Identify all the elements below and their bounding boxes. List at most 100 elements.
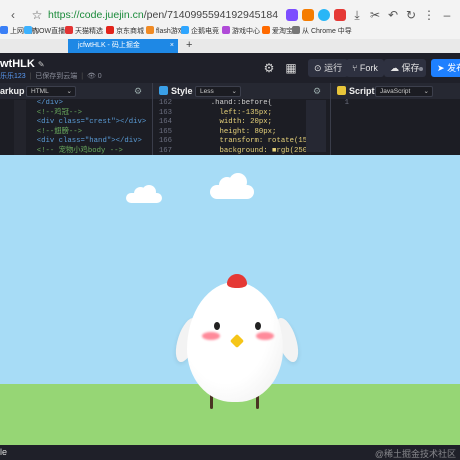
code-line: transform: rotate(15de xyxy=(202,137,309,145)
css-language-select[interactable]: Less ⌄ xyxy=(195,86,241,97)
undo-icon[interactable]: ↶ xyxy=(386,8,400,22)
code-line: <!--翅膀--> xyxy=(28,127,83,136)
bookmark-item[interactable]: 爱淘宝 xyxy=(262,26,293,36)
css-minimap[interactable] xyxy=(306,100,326,152)
chick-crest xyxy=(227,274,247,288)
publish-button[interactable]: ➤ 发布 xyxy=(431,59,460,77)
tab-close-icon[interactable]: × xyxy=(170,39,174,53)
html-language-value: HTML xyxy=(31,88,49,95)
chick-blush-left xyxy=(202,332,220,340)
code-line: height: 80px; xyxy=(202,127,277,136)
tab-title: jcfwtHLK - 码上掘金 xyxy=(78,42,140,49)
app-header: wtHLK ✎ 乐乐123 | 已保存到云端 | 👁 0 ⚙ ▦ ⊙ 运行 ⑂ … xyxy=(0,53,460,83)
html-fold-gutter xyxy=(14,100,26,155)
console-tab[interactable]: le xyxy=(0,447,7,457)
bookmark-label: 游戏中心 xyxy=(232,28,260,35)
js-language-select[interactable]: JavaScript ⌄ xyxy=(375,86,433,97)
extension-icon[interactable] xyxy=(286,9,298,21)
css-pane-header: Style Less ⌄ ⚙ xyxy=(153,83,330,99)
css-line-numbers: 162 163 164 165 166 167 xyxy=(153,99,172,156)
saved-status: 已保存到云端 xyxy=(35,73,78,80)
tab-strip: jcfwtHLK - 码上掘金 × + xyxy=(0,39,460,53)
gamepad-icon[interactable] xyxy=(302,9,314,21)
download-icon[interactable]: ⤓ xyxy=(350,8,364,22)
line-number: 1 xyxy=(344,99,349,107)
bookmark-label: 企鹅电竞 xyxy=(191,28,219,35)
code-line: background: ■rgb(250 xyxy=(202,146,308,155)
bookmark-item[interactable]: 从 Chrome 中导 xyxy=(292,26,352,36)
line-number: 165 xyxy=(158,127,172,136)
url-host: https://code.juejin.cn xyxy=(48,9,144,21)
bookmark-label: 从 Chrome 中导 xyxy=(302,28,352,35)
minimize-icon[interactable]: – xyxy=(440,8,454,22)
tab-active[interactable]: jcfwtHLK - 码上掘金 × xyxy=(68,39,178,53)
css-badge-icon xyxy=(159,86,168,95)
run-button[interactable]: ⊙ 运行 xyxy=(308,59,349,77)
html-code-editor[interactable]: </div> <!--鸡冠--> <div class="crest"></di… xyxy=(28,99,150,155)
pencil-icon[interactable]: ✎ xyxy=(38,60,45,69)
save-label: 保存 xyxy=(401,63,420,73)
bookmark-item[interactable]: NOW直播 xyxy=(24,26,65,36)
bookmark-item[interactable]: 天猫精选 xyxy=(65,26,103,36)
bookmark-favicon-icon xyxy=(292,26,300,34)
bookmark-label: NOW直播 xyxy=(34,28,66,35)
bookmark-favicon-icon xyxy=(222,26,230,34)
chevron-down-icon: ⌄ xyxy=(423,88,429,95)
fork-button[interactable]: ⑂ Fork xyxy=(346,59,384,77)
fork-icon: ⑂ xyxy=(352,63,358,73)
publish-label: 发布 xyxy=(447,63,460,73)
bookmark-item[interactable]: 企鹅电竞 xyxy=(181,26,219,36)
url-path: /pen/7140995594192945184 xyxy=(143,9,279,21)
bookmark-favicon-icon xyxy=(262,26,270,34)
layout-icon[interactable]: ▦ xyxy=(284,61,298,75)
fork-label: Fork xyxy=(359,63,378,73)
code-line: <!-- 宠物小鸡body --> xyxy=(28,146,123,155)
view-count: 0 xyxy=(97,73,102,80)
html-settings-icon[interactable]: ⚙ xyxy=(134,86,142,97)
project-title-text: wtHLK xyxy=(0,58,35,70)
bookmark-favicon-icon xyxy=(65,26,73,34)
new-tab-button[interactable]: + xyxy=(186,39,192,52)
cloud-save-icon: ☁ xyxy=(390,63,399,73)
author-name[interactable]: 乐乐123 xyxy=(0,73,26,80)
code-line: width: 20px; xyxy=(202,118,273,126)
code-line: <div class="crest"></div> xyxy=(28,118,147,126)
chevron-down-icon: ⌄ xyxy=(66,88,72,95)
bookmark-item[interactable]: 京东商城 xyxy=(106,26,144,36)
run-icon: ⊙ xyxy=(314,63,322,73)
bookmark-item[interactable]: flash游戏 xyxy=(146,26,185,36)
code-line: left:-135px; xyxy=(202,108,273,117)
bookmark-item[interactable]: 游戏中心 xyxy=(222,26,260,36)
history-icon[interactable]: ↻ xyxy=(404,8,418,22)
html-pane-title: arkup xyxy=(0,86,25,96)
game-icon[interactable] xyxy=(334,9,346,21)
eye-icon: 👁 xyxy=(86,73,96,80)
chick-eye-left xyxy=(214,322,220,330)
bookmark-favicon-icon xyxy=(24,26,32,34)
bookmark-label: 爱淘宝 xyxy=(272,28,293,35)
url-field[interactable]: https://code.juejin.cn/pen/7140995594192… xyxy=(48,9,278,21)
cloud-icon[interactable] xyxy=(318,9,330,21)
project-title[interactable]: wtHLK ✎ xyxy=(0,58,45,70)
gear-icon[interactable]: ⚙ xyxy=(262,61,276,75)
bookmarks-bar: 上网导航NOW直播天猫精选京东商城flash游戏企鹅电竞游戏中心爱淘宝从 Chr… xyxy=(0,24,460,39)
code-line: <!--鸡冠--> xyxy=(28,108,83,117)
js-language-value: JavaScript xyxy=(380,88,411,95)
html-language-select[interactable]: HTML ⌄ xyxy=(26,86,76,97)
scissors-icon[interactable]: ✂ xyxy=(368,8,382,22)
menu-icon[interactable]: ⋮ xyxy=(422,8,436,22)
chick-blush-right xyxy=(256,332,274,340)
bookmark-favicon-icon xyxy=(146,26,154,34)
back-icon[interactable]: ‹ xyxy=(6,8,20,22)
css-language-value: Less xyxy=(200,88,214,95)
css-code-editor[interactable]: .hand::before{ left:-135px; width: 20px;… xyxy=(202,99,308,155)
line-number: 163 xyxy=(158,108,172,117)
js-code-editor[interactable] xyxy=(362,100,458,154)
css-settings-icon[interactable]: ⚙ xyxy=(313,86,321,97)
send-icon: ➤ xyxy=(437,63,445,73)
js-badge-icon xyxy=(337,86,346,95)
star-icon[interactable]: ☆ xyxy=(30,8,44,22)
line-number: 164 xyxy=(158,118,172,126)
editor-panes: arkup HTML ⌄ ⚙ </div> <!--鸡冠--> <div cla… xyxy=(0,83,460,155)
project-meta: 乐乐123 | 已保存到云端 | 👁 0 xyxy=(0,73,102,80)
